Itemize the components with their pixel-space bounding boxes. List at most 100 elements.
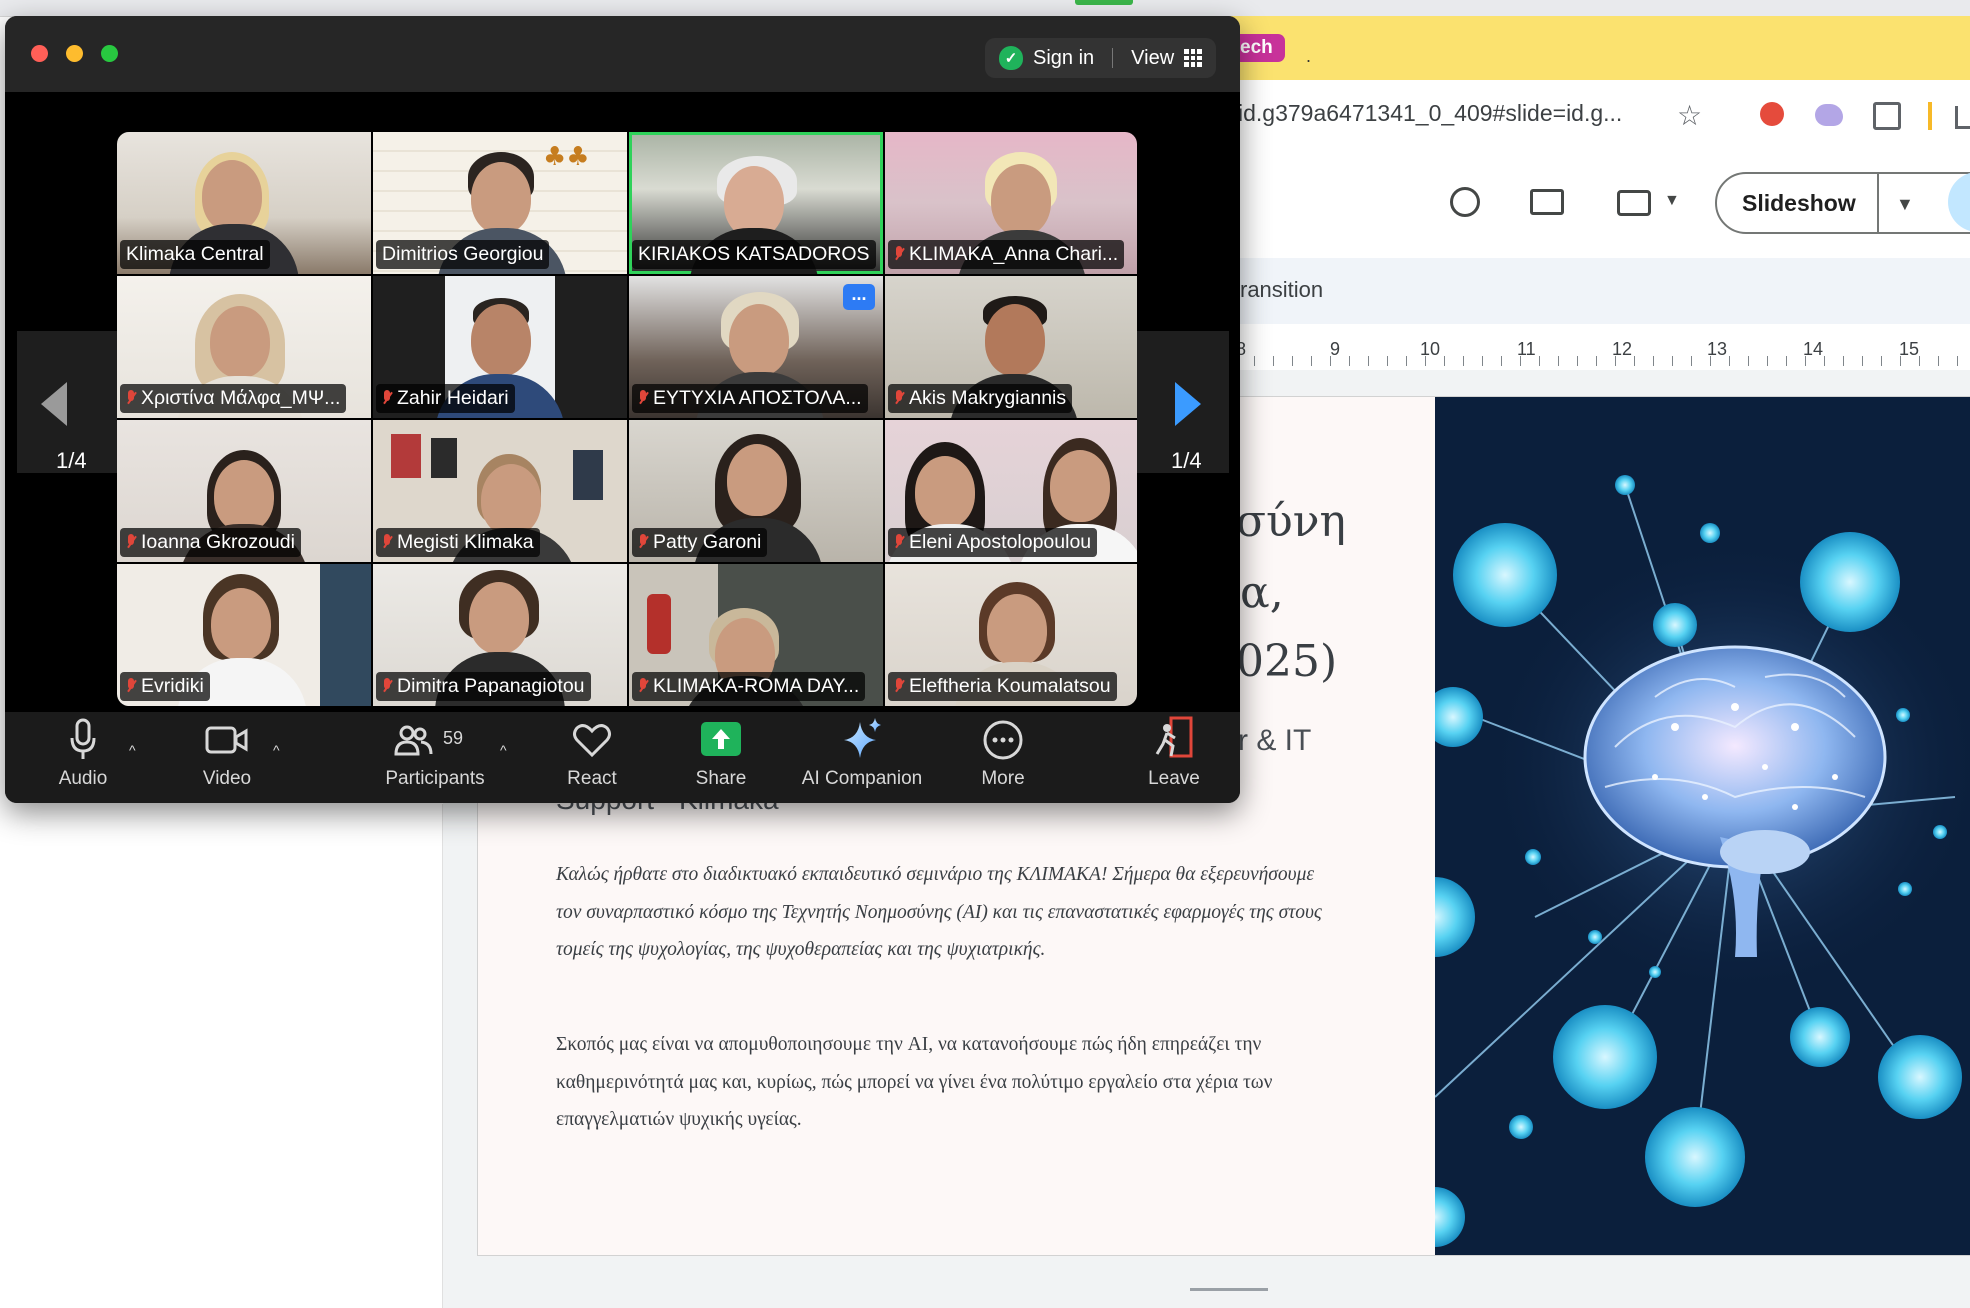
- share-screen-icon: [671, 712, 771, 762]
- participant-name: Dimitrios Georgiou: [376, 240, 550, 269]
- fire-extinguisher: [647, 594, 671, 654]
- extension-red-icon[interactable]: [1760, 102, 1784, 126]
- view-button[interactable]: View: [1131, 47, 1174, 70]
- video-camera-icon: [177, 712, 277, 762]
- audio-options-chevron-icon[interactable]: ^: [129, 742, 136, 758]
- browser-tab-extra: .: [1306, 46, 1312, 66]
- extensions-puzzle-icon[interactable]: [1873, 102, 1901, 130]
- participant-tile[interactable]: Eleni Apostolopoulou: [885, 420, 1137, 562]
- window-minimize-button[interactable]: [66, 45, 83, 62]
- participant-tile-active-speaker[interactable]: KIRIAKOS KATSADOROS: [629, 132, 883, 274]
- mic-muted-icon: [894, 678, 904, 694]
- participant-name: KLIMAKA_Anna Chari...: [888, 240, 1125, 269]
- participant-tile[interactable]: Dimitra Papanagiotou: [373, 564, 627, 706]
- window-close-button[interactable]: [31, 45, 48, 62]
- mic-muted-icon: [126, 678, 136, 694]
- participant-name: Ioanna Gkrozoudi: [120, 528, 301, 557]
- participant-tile[interactable]: ♣♣ Dimitrios Georgiou: [373, 132, 627, 274]
- window-maximize-button[interactable]: [101, 45, 118, 62]
- header-controls: ✓ Sign in View: [985, 38, 1217, 78]
- slideshow-button-label[interactable]: Slideshow: [1742, 190, 1856, 217]
- grid-view-icon[interactable]: [1184, 49, 1203, 67]
- participants-button[interactable]: 59 Participants: [370, 712, 500, 790]
- participant-name: KIRIAKOS KATSADOROS: [632, 240, 876, 269]
- more-options-icon: [953, 712, 1053, 762]
- address-bar-url[interactable]: id.g379a6471341_0_409#slide=id.g...: [1238, 100, 1658, 127]
- slide-title-line: 025): [1236, 636, 1338, 687]
- participant-name: Megisti Klimaka: [376, 528, 540, 557]
- ruler-number: 10: [1420, 339, 1441, 359]
- slideshow-dropdown-icon[interactable]: ▼: [1896, 194, 1914, 215]
- page-indicator-right: 1/4: [1171, 448, 1202, 473]
- participant-tile[interactable]: KLIMAKA_Anna Chari...: [885, 132, 1137, 274]
- participant-name: Akis Makrygiannis: [888, 384, 1073, 413]
- ruler-number: 13: [1707, 339, 1728, 359]
- ruler-number: 9: [1330, 339, 1341, 359]
- participant-tile[interactable]: Megisti Klimaka: [373, 420, 627, 562]
- meet-camera-icon[interactable]: [1617, 190, 1651, 216]
- transition-button[interactable]: ransition: [1240, 277, 1323, 303]
- chevron-right-icon[interactable]: [1175, 382, 1201, 426]
- participants-count: 59: [443, 728, 464, 748]
- ai-companion-button[interactable]: AI Companion: [787, 712, 937, 790]
- mic-muted-icon: [126, 534, 136, 550]
- header-divider: [1112, 48, 1114, 68]
- slides-secondary-toolbar: [1230, 258, 1970, 324]
- video-options-chevron-icon[interactable]: ^: [273, 742, 280, 758]
- slide-paragraph: Σκοπός μας είναι να απομυθοποιησουμε την…: [556, 1034, 1273, 1130]
- share-screen-button[interactable]: Share: [671, 712, 771, 790]
- extension-separator: [1928, 102, 1932, 130]
- poster: [573, 450, 603, 500]
- zoom-title-bar[interactable]: ✓ Sign in View: [5, 16, 1240, 92]
- sign-in-button[interactable]: Sign in: [1033, 47, 1094, 70]
- mic-muted-icon: [894, 390, 904, 406]
- tile-more-options-button[interactable]: ...: [843, 284, 875, 310]
- shield-check-icon: ✓: [999, 46, 1023, 70]
- participant-tile[interactable]: Χριστίνα Μάλφα_ΜΨ...: [117, 276, 371, 418]
- participant-tile[interactable]: Zahir Heidari: [373, 276, 627, 418]
- poster: [431, 438, 457, 478]
- participant-tile[interactable]: Eleftheria Koumalatsou: [885, 564, 1137, 706]
- slide-title-line: σύνη: [1236, 496, 1346, 547]
- video-button[interactable]: Video: [177, 712, 277, 790]
- extension-partial-icon[interactable]: [1955, 106, 1970, 129]
- participant-tile[interactable]: KLIMAKA-ROMA DAY...: [629, 564, 883, 706]
- extension-purple-icon[interactable]: [1815, 104, 1843, 126]
- slide-paragraph: Καλώς ήρθατε στο διαδικτυακό εκπαιδευτικ…: [556, 864, 1322, 960]
- chevron-left-icon[interactable]: [41, 382, 67, 426]
- react-button[interactable]: React: [542, 712, 642, 790]
- participant-grid: Klimaka Central ♣♣ Dimitrios Georgiou KI…: [117, 132, 1137, 706]
- chevron-down-icon[interactable]: ▼: [1664, 192, 1680, 210]
- comments-icon[interactable]: [1530, 189, 1564, 215]
- poster: [391, 434, 421, 478]
- participant-tile[interactable]: Evridiki: [117, 564, 371, 706]
- slideshow-divider: [1877, 172, 1879, 234]
- participant-name: ΕΥΤΥΧΙΑ ΑΠΟΣΤΟΛΑ...: [632, 384, 868, 413]
- ruler-number: 12: [1612, 339, 1633, 359]
- participant-tile[interactable]: ... ΕΥΤΥΧΙΑ ΑΠΟΣΤΟΛΑ...: [629, 276, 883, 418]
- participants-options-chevron-icon[interactable]: ^: [500, 742, 507, 758]
- participant-tile[interactable]: Akis Makrygiannis: [885, 276, 1137, 418]
- mic-muted-icon: [894, 246, 904, 262]
- bookmark-star-icon[interactable]: ☆: [1677, 99, 1702, 132]
- participant-tile[interactable]: Ioanna Gkrozoudi: [117, 420, 371, 562]
- more-button[interactable]: More: [953, 712, 1053, 790]
- participant-tile[interactable]: Klimaka Central: [117, 132, 371, 274]
- participant-name: Klimaka Central: [120, 240, 270, 269]
- brain-illustration: [1435, 397, 1970, 1255]
- leave-door-icon: [1124, 712, 1224, 762]
- version-history-icon[interactable]: [1450, 187, 1480, 217]
- audio-button[interactable]: Audio: [33, 712, 133, 790]
- leave-button[interactable]: Leave: [1124, 712, 1224, 790]
- page-indicator-left: 1/4: [56, 448, 87, 473]
- meeting-controls-toolbar: Audio ^ Video ^ 59 Participants ^ React …: [5, 712, 1240, 803]
- participant-tile[interactable]: Patty Garoni: [629, 420, 883, 562]
- browser-indicator: [1075, 0, 1133, 5]
- browser-tab-strip: [1230, 16, 1970, 80]
- slide-subtitle: r & IT: [1238, 724, 1312, 757]
- filmstrip-resize-handle[interactable]: [1190, 1288, 1268, 1291]
- brain-network-graphic: [1435, 475, 1970, 1247]
- ruler-number: 15: [1899, 339, 1920, 359]
- participant-name: Patty Garoni: [632, 528, 768, 557]
- ruler-number: 11: [1517, 339, 1536, 359]
